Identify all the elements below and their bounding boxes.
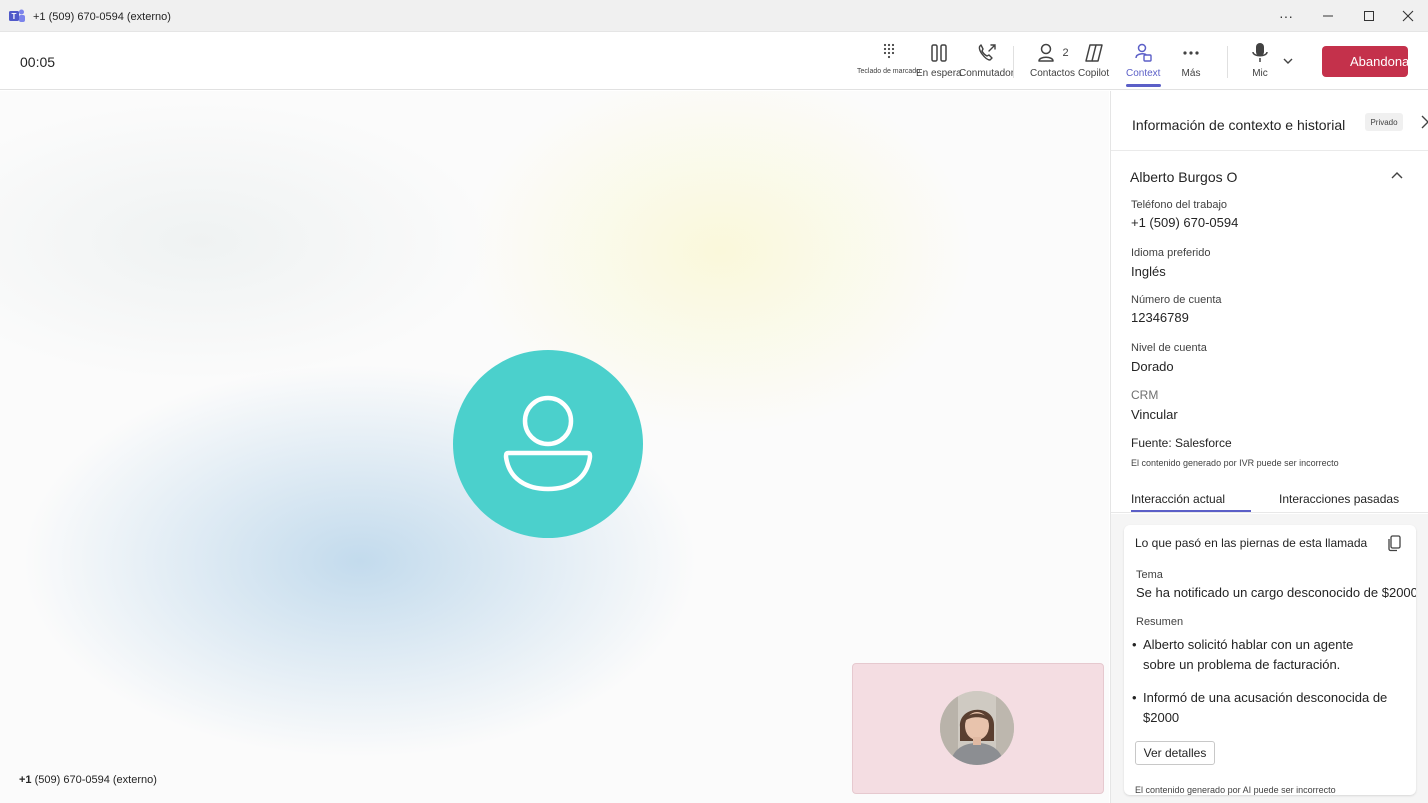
mic-button[interactable]: Mic (1250, 42, 1270, 79)
summary-title: Lo que pasó en las piernas de esta llama… (1135, 536, 1368, 550)
microphone-icon (1252, 43, 1268, 62)
account-number-value: 12346789 (1131, 310, 1189, 325)
summary-bullet: • Informó de una acusación desconocida d… (1132, 688, 1388, 728)
maximize-icon[interactable] (1349, 0, 1389, 32)
source-label: Fuente: Salesforce (1131, 436, 1232, 450)
more-button[interactable]: Más (1181, 42, 1201, 79)
self-video-tile[interactable] (852, 663, 1104, 794)
call-timer: 00:05 (20, 54, 56, 70)
dialpad-icon (883, 43, 894, 59)
hold-button[interactable]: En espera (916, 42, 962, 79)
summary-bullet-line: sobre un problema de facturación. (1143, 657, 1341, 672)
private-badge: Privado (1365, 113, 1403, 131)
bullet-dot: • (1132, 637, 1137, 652)
transfer-button[interactable]: Conmutador (959, 42, 1014, 79)
language-value: Inglés (1131, 264, 1166, 279)
agent-photo (940, 691, 1014, 765)
mic-label: Mic (1252, 68, 1268, 79)
call-toolbar: 00:05 Teclado de marcado En espera Conmu… (0, 32, 1428, 90)
person-icon (1038, 43, 1055, 62)
copilot-label: Copilot (1078, 68, 1110, 79)
toolbar-divider (1013, 46, 1014, 78)
summary-label: Resumen (1136, 616, 1184, 628)
minimize-icon[interactable] (1308, 0, 1348, 32)
chevron-right-icon[interactable] (1420, 115, 1428, 129)
pause-icon (931, 44, 947, 62)
transfer-label: Conmutador (959, 68, 1015, 79)
topic-label: Tema (1136, 569, 1163, 581)
contact-name: Alberto Burgos O (1130, 169, 1238, 185)
caller-avatar (453, 350, 643, 538)
window-title: +1 (509) 670-0594 (externo) (33, 11, 171, 23)
chevron-down-icon[interactable] (1282, 56, 1294, 66)
bullet-dot: • (1132, 690, 1137, 705)
dialpad-button[interactable]: Teclado de marcado (857, 42, 920, 75)
tab-past-interactions[interactable]: Interacciones pasadas (1279, 492, 1399, 506)
person-info-icon (1135, 43, 1152, 62)
caller-label-prefix: +1 (19, 774, 32, 786)
contacts-count: 2 (1062, 47, 1069, 59)
more-options-icon[interactable]: ··· (1266, 0, 1306, 32)
interaction-tabs: Interacción actual Interacciones pasadas (1111, 481, 1428, 513)
leave-label: Abandonar (1350, 54, 1408, 69)
panel-header: Información de contexto e historial Priv… (1111, 91, 1428, 151)
more-icon (1183, 51, 1199, 55)
account-level-value: Dorado (1131, 359, 1174, 374)
phone-transfer-icon (978, 44, 996, 61)
work-phone-value: +1 (509) 670-0594 (1131, 215, 1239, 230)
view-details-button[interactable]: Ver detalles (1135, 741, 1215, 765)
copilot-icon (1084, 44, 1103, 62)
topic-value: Se ha notificado un cargo desconocido de… (1136, 585, 1416, 600)
chevron-up-icon[interactable] (1391, 171, 1403, 181)
ai-disclaimer: El contenido generado por AI puede ser i… (1135, 785, 1336, 795)
language-label: Idioma preferido (1131, 247, 1211, 259)
contacts-button[interactable]: 2 Contactos (1030, 42, 1075, 79)
panel-title: Información de contexto e historial (1132, 117, 1346, 133)
summary-bullet-line: $2000 (1143, 710, 1180, 725)
summary-area: Lo que pasó en las piernas de esta llama… (1111, 514, 1428, 803)
work-phone-label: Teléfono del trabajo (1131, 199, 1228, 211)
account-number-label: Número de cuenta (1131, 294, 1222, 306)
context-button[interactable]: Context (1126, 42, 1160, 79)
dialpad-label: Teclado de marcado (857, 68, 921, 75)
tab-active-indicator (1131, 510, 1251, 512)
call-stage: +1 (509) 670-0594 (externo) (0, 91, 1109, 803)
self-avatar (940, 691, 1014, 765)
crm-link[interactable]: Vincular (1131, 407, 1178, 422)
close-window-icon[interactable] (1388, 0, 1428, 32)
account-level-label: Nivel de cuenta (1131, 342, 1207, 354)
leave-call-button[interactable]: Abandonar (1322, 46, 1408, 77)
summary-bullet-line: Alberto solicitó hablar con un agente (1143, 637, 1354, 652)
summary-card: Lo que pasó en las piernas de esta llama… (1124, 525, 1416, 795)
hold-label: En espera (916, 68, 962, 79)
summary-bullet: • Alberto solicitó hablar con un agente … (1132, 635, 1354, 675)
context-active-indicator (1126, 84, 1161, 87)
summary-bullet-line: Informó de una acusación desconocida de (1143, 690, 1388, 705)
more-label: Más (1181, 68, 1201, 79)
ivr-disclaimer: El contenido generado por IVR puede ser … (1131, 458, 1339, 468)
tab-current-interaction[interactable]: Interacción actual (1131, 492, 1225, 506)
person-icon (503, 395, 593, 492)
toolbar-divider (1227, 46, 1228, 78)
caller-label: +1 (509) 670-0594 (externo) (19, 774, 157, 786)
context-panel: Información de contexto e historial Priv… (1110, 91, 1428, 803)
context-label: Context (1126, 68, 1161, 79)
title-bar: T +1 (509) 670-0594 (externo) ··· (0, 0, 1428, 32)
contacts-label: Contactos (1030, 68, 1076, 79)
copilot-button[interactable]: Copilot (1078, 42, 1109, 79)
caller-label-number: (509) 670-0594 (externo) (31, 774, 157, 786)
svg-text:T: T (12, 12, 17, 21)
crm-label: CRM (1131, 388, 1159, 402)
teams-icon: T (9, 9, 25, 22)
copy-icon[interactable] (1387, 534, 1403, 552)
